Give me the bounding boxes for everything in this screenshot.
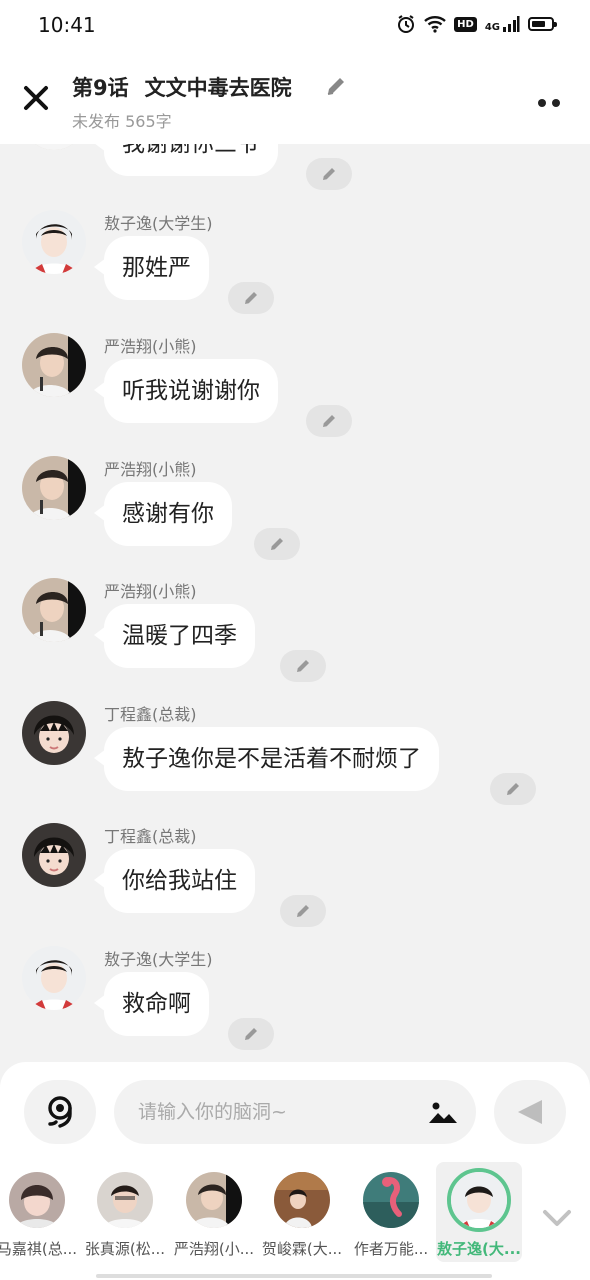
role-item[interactable]: 马嘉祺(总... [0, 1162, 80, 1262]
message-bubble[interactable]: 温暖了四季 [94, 604, 255, 668]
signal-icon: 4G [485, 15, 520, 33]
avatar [274, 1172, 330, 1228]
sender-name: 严浩翔(小熊) [104, 460, 197, 479]
sender-name: 严浩翔(小熊) [104, 582, 197, 601]
avatar[interactable] [22, 701, 86, 765]
message-bubble[interactable]: 听我说谢谢你 [94, 359, 278, 423]
image-button[interactable] [428, 1100, 458, 1124]
chat-message: 丁程鑫(总裁) 敖子逸你是不是活着不耐烦了 [0, 701, 590, 811]
avatar [363, 1172, 419, 1228]
pencil-icon [323, 415, 335, 427]
role-name: 作者万能... [353, 1240, 429, 1258]
role-item-selected[interactable]: 敖子逸(大... [436, 1162, 522, 1262]
edit-title-button[interactable] [324, 74, 348, 102]
wifi-icon [424, 16, 446, 33]
sender-name: 丁程鑫(总裁) [104, 705, 197, 724]
role-name: 贺峻霖(大... [261, 1240, 343, 1258]
avatar[interactable] [22, 210, 86, 274]
edit-message-button[interactable] [280, 895, 326, 927]
role-name: 马嘉祺(总... [0, 1240, 78, 1258]
edit-message-button[interactable] [490, 773, 536, 805]
message-bubble[interactable]: 感谢有你 [94, 482, 232, 546]
editor-header: 第9话 文文中毒去医院 未发布 565字 [0, 52, 590, 144]
more-button[interactable] [538, 92, 568, 107]
hd-icon: HD [454, 16, 477, 32]
edit-message-button[interactable] [306, 158, 352, 190]
episode-name: 文文中毒去医院 [144, 76, 292, 100]
sender-name: 丁程鑫(总裁) [104, 827, 197, 846]
pencil-icon [327, 78, 344, 95]
pencil-icon [507, 783, 519, 795]
sender-name: 敖子逸(大学生) [104, 950, 213, 969]
voice-icon [48, 1096, 72, 1128]
chat-message: 我谢谢你三爷 [0, 144, 590, 196]
network-type: 4G [484, 22, 500, 33]
avatar[interactable] [22, 456, 86, 520]
pencil-icon [323, 168, 335, 180]
avatar [447, 1168, 511, 1232]
role-item[interactable]: 张真源(松... [82, 1162, 168, 1262]
role-name: 严浩翔(小... [173, 1240, 255, 1258]
episode-number: 第9话 [72, 76, 129, 100]
collapse-roles-button[interactable] [540, 1206, 574, 1230]
role-item[interactable]: 严浩翔(小... [171, 1162, 257, 1262]
edit-message-button[interactable] [254, 528, 300, 560]
close-button[interactable] [20, 82, 52, 114]
status-bar: 10:41 HD 4G [0, 0, 590, 52]
avatar [97, 1172, 153, 1228]
edit-message-button[interactable] [306, 405, 352, 437]
story-input[interactable] [114, 1080, 476, 1144]
composer: 马嘉祺(总... 张真源(松... 严浩翔(小... 贺峻霖(大... 作者万能… [0, 1062, 590, 1280]
avatar[interactable] [22, 333, 86, 397]
chevron-down-icon [543, 1210, 571, 1226]
chat-message: 丁程鑫(总裁) 你给我站住 [0, 823, 590, 933]
chat-message: 严浩翔(小熊) 温暖了四季 [0, 578, 590, 688]
send-button[interactable] [494, 1080, 566, 1144]
episode-status: 未发布 565字 [72, 112, 172, 131]
role-name: 敖子逸(大... [437, 1240, 521, 1258]
role-selector: 马嘉祺(总... 张真源(松... 严浩翔(小... 贺峻霖(大... 作者万能… [0, 1162, 590, 1262]
sender-name: 严浩翔(小熊) [104, 337, 197, 356]
edit-message-button[interactable] [228, 1018, 274, 1050]
voice-button[interactable] [24, 1080, 96, 1144]
edit-message-button[interactable] [280, 650, 326, 682]
message-bubble[interactable]: 救命啊 [94, 972, 209, 1036]
chat-area[interactable]: 我谢谢你三爷 敖子逸(大学生) 那姓严 严浩翔(小熊) 听我说谢谢你 严浩翔(小… [0, 144, 590, 1064]
pencil-icon [271, 538, 283, 550]
close-icon [24, 86, 48, 110]
chat-message: 严浩翔(小熊) 感谢有你 [0, 456, 590, 566]
message-bubble[interactable]: 敖子逸你是不是活着不耐烦了 [94, 727, 439, 791]
pencil-icon [245, 292, 257, 304]
home-indicator [96, 1274, 492, 1278]
status-time: 10:41 [38, 13, 96, 37]
status-icons: HD 4G [396, 14, 557, 34]
avatar [9, 1172, 65, 1228]
chat-message: 敖子逸(大学生) 救命啊 [0, 946, 590, 1056]
chat-message: 严浩翔(小熊) 听我说谢谢你 [0, 333, 590, 443]
role-item[interactable]: 作者万能... [348, 1162, 434, 1262]
pencil-icon [297, 660, 309, 672]
avatar[interactable] [22, 946, 86, 1010]
edit-message-button[interactable] [228, 282, 274, 314]
avatar[interactable] [22, 144, 86, 150]
avatar[interactable] [22, 823, 86, 887]
send-icon [518, 1100, 542, 1124]
more-icon [538, 99, 546, 107]
message-bubble[interactable]: 那姓严 [94, 236, 209, 300]
message-bubble[interactable]: 你给我站住 [94, 849, 255, 913]
chat-message: 敖子逸(大学生) 那姓严 [0, 210, 590, 320]
image-icon [429, 1102, 457, 1123]
pencil-icon [297, 905, 309, 917]
message-bubble[interactable]: 我谢谢你三爷 [94, 144, 278, 176]
more-icon-dot [552, 99, 560, 107]
role-name: 张真源(松... [84, 1240, 166, 1258]
alarm-icon [398, 15, 415, 33]
role-item[interactable]: 贺峻霖(大... [259, 1162, 345, 1262]
battery-icon [528, 17, 557, 31]
avatar [186, 1172, 242, 1228]
pencil-icon [245, 1028, 257, 1040]
sender-name: 敖子逸(大学生) [104, 214, 213, 233]
avatar[interactable] [22, 578, 86, 642]
episode-title: 第9话 文文中毒去医院 [72, 72, 292, 102]
